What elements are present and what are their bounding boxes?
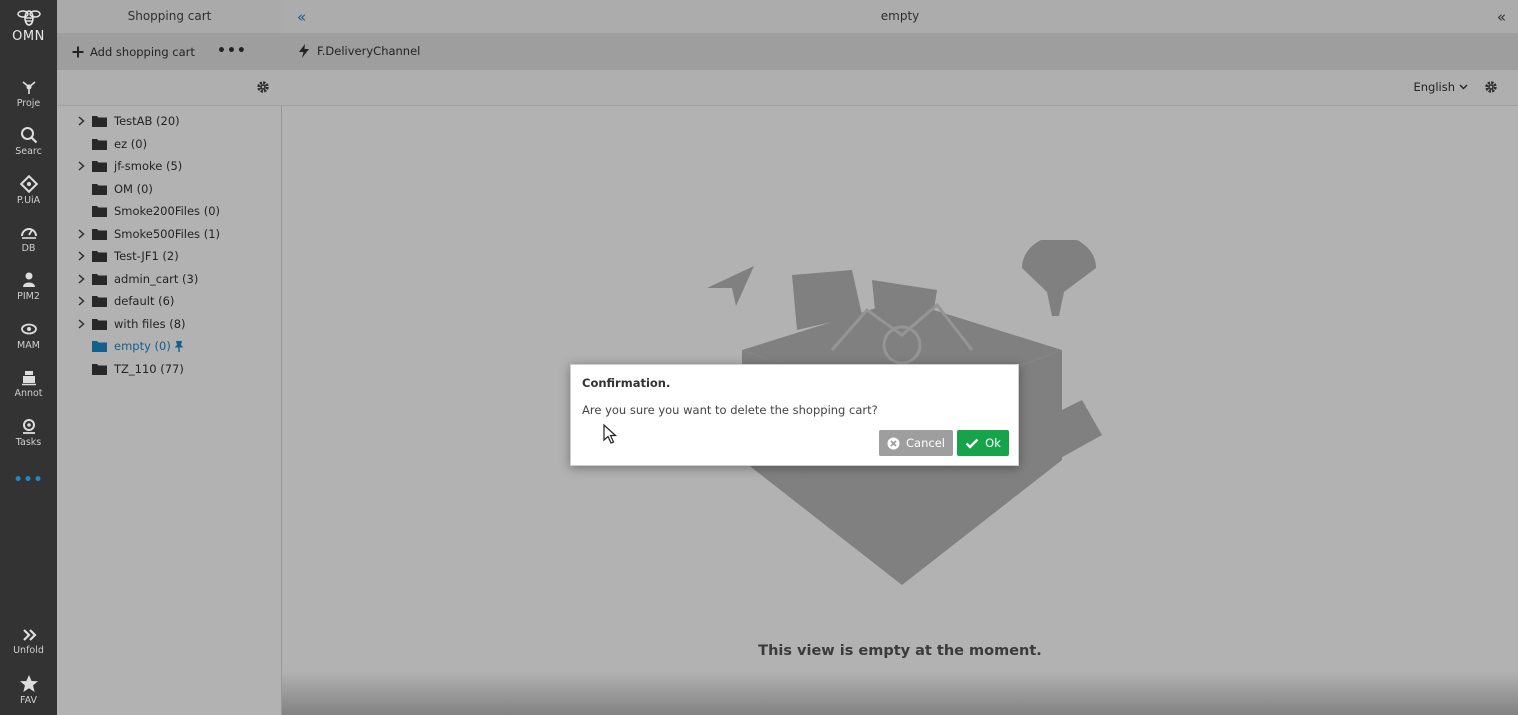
ok-button[interactable]: Ok (957, 430, 1009, 456)
annotation-icon (21, 371, 36, 386)
project-icon (21, 81, 36, 94)
rail-item-puia[interactable]: P.UiA (0, 175, 57, 206)
pim-icon (22, 272, 35, 287)
app-logo[interactable]: OMN (0, 6, 57, 44)
rail-label-annot: Annot (14, 388, 43, 399)
app-logo-text: OMN (12, 29, 45, 44)
rail-label-fav: FAV (20, 695, 37, 706)
close-circle-icon (887, 437, 900, 449)
search-icon (20, 127, 37, 144)
double-chevron-right-icon (22, 629, 37, 641)
cancel-button-label: Cancel (906, 436, 945, 450)
dialog-title: Confirmation. (582, 376, 671, 390)
tasks-icon (22, 419, 35, 434)
mouse-cursor-icon (603, 424, 617, 444)
check-icon (965, 438, 979, 449)
modal-overlay (57, 0, 1518, 715)
rail-item-search[interactable]: Searc (0, 126, 57, 157)
rail-item-tasks[interactable]: Tasks (0, 417, 57, 448)
dialog-message: Are you sure you want to delete the shop… (582, 403, 878, 417)
rail-label-db: DB (21, 243, 36, 254)
rail-label-mam: MAM (17, 340, 40, 351)
rail-more-button[interactable]: ••• (0, 472, 57, 488)
rail-label-pim2: PIM2 (17, 291, 40, 302)
rail-label-unfold: Unfold (13, 645, 44, 656)
diamond-icon (19, 175, 38, 193)
bee-logo-icon (16, 10, 41, 26)
rail-label-project: Proje (16, 98, 41, 109)
star-icon (19, 675, 38, 692)
confirmation-dialog: Confirmation. Are you sure you want to d… (570, 364, 1019, 466)
rail-item-project[interactable]: Proje (0, 78, 57, 109)
eye-icon (20, 323, 37, 335)
ok-button-label: Ok (985, 436, 1001, 450)
app-rail: OMN Proje Searc P.UiA DB PIM2 MAM Annot … (0, 0, 57, 715)
rail-item-mam[interactable]: MAM (0, 320, 57, 351)
rail-label-tasks: Tasks (15, 437, 42, 448)
rail-item-db[interactable]: DB (0, 223, 57, 254)
rail-item-annot[interactable]: Annot (0, 368, 57, 399)
cancel-button[interactable]: Cancel (879, 430, 953, 456)
rail-unfold-button[interactable]: Unfold (0, 627, 57, 656)
dashboard-icon (20, 228, 37, 239)
rail-item-pim2[interactable]: PIM2 (0, 271, 57, 302)
rail-label-puia: P.UiA (16, 195, 41, 206)
rail-label-search: Searc (15, 146, 42, 157)
rail-fav-button[interactable]: FAV (0, 674, 57, 706)
